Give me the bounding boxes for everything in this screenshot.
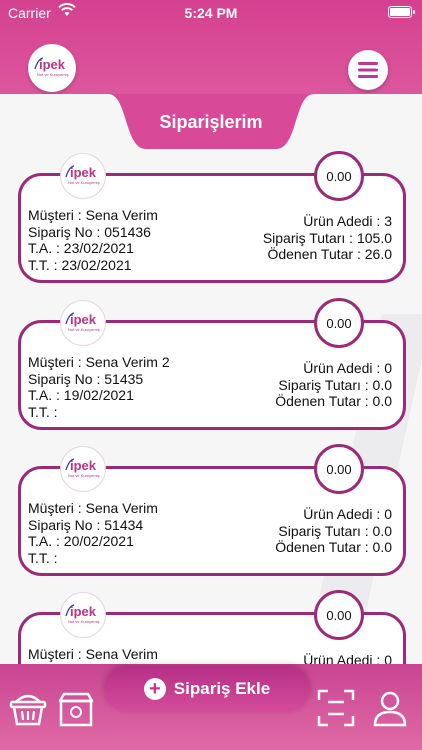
ipek-logo-icon: ipek Nut ve Kuruyemiş xyxy=(34,57,69,77)
delivery-date: T.T. : 23/02/2021 xyxy=(28,256,132,273)
order-number: Sipariş No : 051436 xyxy=(28,223,151,240)
clock: 5:24 PM xyxy=(184,5,238,21)
svg-text:Nut ve Kuruyemiş: Nut ve Kuruyemiş xyxy=(68,619,100,624)
card-logo: ipek Nut ve Kuruyemiş xyxy=(60,153,106,199)
order-info-left: Müşteri : Sena Verim 2 Sipariş No : 5143… xyxy=(28,354,170,420)
item-count: Ürün Adedi : 0 xyxy=(303,506,392,522)
customer-name: Müşteri : Sena Verim xyxy=(28,646,158,662)
svg-text:ipek: ipek xyxy=(70,312,97,327)
order-info-left: Müşteri : Sena Verim xyxy=(28,646,158,663)
hamburger-menu-icon xyxy=(358,62,378,78)
svg-text:Nut ve Kuruyemiş: Nut ve Kuruyemiş xyxy=(68,180,100,185)
customer-name: Müşteri : Sena Verim xyxy=(28,500,158,516)
order-card[interactable]: ipek Nut ve Kuruyemiş 0.00 Müşteri : Sen… xyxy=(18,298,406,430)
svg-text:Nut ve Kuruyemiş: Nut ve Kuruyemiş xyxy=(68,327,100,332)
add-order-label: Sipariş Ekle xyxy=(173,679,271,698)
basket-icon xyxy=(9,694,47,726)
order-info-left: Müşteri : Sena Verim Sipariş No : 51434 … xyxy=(28,500,158,566)
delivery-date: T.T. : xyxy=(28,403,58,420)
ipek-logo-icon: ipek Nut ve Kuruyemiş xyxy=(65,458,100,478)
page-title: Siparişlerim xyxy=(159,112,263,132)
order-date: T.A. : 19/02/2021 xyxy=(28,387,134,403)
ipek-logo-icon: ipek Nut ve Kuruyemiş xyxy=(65,312,100,332)
item-count: Ürün Adedi : 3 xyxy=(303,213,392,229)
order-amount-badge: 0.00 xyxy=(314,444,364,494)
ipek-logo-icon: ipek Nut ve Kuruyemiş xyxy=(65,165,100,185)
paid-amount: Ödenen Tutar : 0.0 xyxy=(275,539,392,555)
add-order-button[interactable]: + Sipariş Ekle xyxy=(104,666,310,712)
order-info-left: Müşteri : Sena Verim Sipariş No : 051436… xyxy=(28,207,158,273)
order-date: T.A. : 20/02/2021 xyxy=(28,533,134,549)
customer-name: Müşteri : Sena Verim xyxy=(28,207,158,223)
card-logo: ipek Nut ve Kuruyemiş xyxy=(60,592,106,638)
ipek-logo-icon: ipek Nut ve Kuruyemiş xyxy=(65,604,100,624)
order-info-right: Ürün Adedi : 3 Sipariş Tutarı : 105.0 Öd… xyxy=(263,213,392,263)
order-amount-badge: 0.00 xyxy=(314,590,364,640)
card-logo: ipek Nut ve Kuruyemiş xyxy=(60,300,106,346)
scan-button[interactable] xyxy=(316,688,356,728)
order-number: Sipariş No : 51435 xyxy=(28,370,144,387)
order-date: T.A. : 23/02/2021 xyxy=(28,240,134,256)
order-card[interactable]: ipek Nut ve Kuruyemiş 0.00 Müşteri : Sen… xyxy=(18,444,406,576)
svg-text:Nut ve Kuruyemiş: Nut ve Kuruyemiş xyxy=(68,473,100,478)
order-amount-badge: 0.00 xyxy=(314,151,364,201)
order-card[interactable]: ipek Nut ve Kuruyemiş 0.00 Müşteri : Sen… xyxy=(18,151,406,283)
order-total: Sipariş Tutarı : 105.0 xyxy=(262,229,392,246)
battery-icon xyxy=(388,6,415,18)
order-info-right: Ürün Adedi : 0 Sipariş Tutarı : 0.0 Öden… xyxy=(275,360,392,410)
item-count: Ürün Adedi : 0 xyxy=(303,360,392,376)
status-bar: Carrier 5:24 PM xyxy=(0,0,422,26)
order-info-right: Ürün Adedi : 0 Sipariş Tutarı : 0.0 Öden… xyxy=(275,506,392,556)
paid-amount: Ödenen Tutar : 0.0 xyxy=(275,393,392,409)
user-profile-icon xyxy=(373,691,407,727)
customer-name: Müşteri : Sena Verim 2 xyxy=(28,354,170,370)
delivery-date: T.T. : xyxy=(28,549,58,566)
package-box-icon xyxy=(58,692,94,727)
products-button[interactable] xyxy=(56,688,96,728)
card-logo: ipek Nut ve Kuruyemiş xyxy=(60,446,106,492)
order-number: Sipariş No : 51434 xyxy=(28,516,144,533)
menu-button[interactable] xyxy=(348,50,388,90)
basket-button[interactable] xyxy=(8,688,48,728)
order-amount-badge: 0.00 xyxy=(314,298,364,348)
profile-button[interactable] xyxy=(370,688,410,728)
order-total: Sipariş Tutarı : 0.0 xyxy=(278,376,392,393)
svg-text:ipek: ipek xyxy=(70,458,97,473)
brand-logo[interactable]: ipek Nut ve Kuruyemiş xyxy=(28,44,76,92)
plus-icon: + xyxy=(143,678,166,700)
svg-text:ipek: ipek xyxy=(39,57,66,72)
svg-text:Nut ve Kuruyemiş: Nut ve Kuruyemiş xyxy=(37,72,69,77)
svg-text:ipek: ipek xyxy=(70,165,97,180)
paid-amount: Ödenen Tutar : 26.0 xyxy=(267,246,392,262)
svg-text:ipek: ipek xyxy=(70,604,97,619)
order-total: Sipariş Tutarı : 0.0 xyxy=(278,522,392,539)
scan-frame-icon xyxy=(317,689,355,727)
